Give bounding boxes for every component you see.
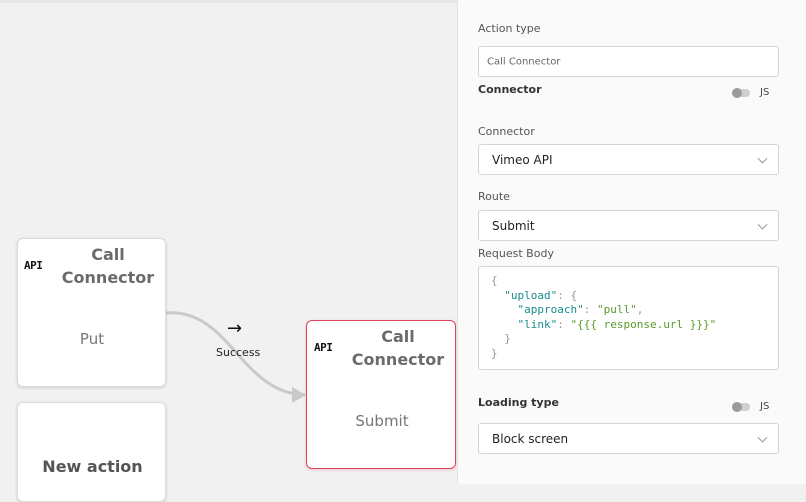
node-subtitle: Submit [355, 412, 409, 430]
edge-label: Success [216, 346, 261, 359]
action-type-label: Action type [478, 22, 541, 35]
edge-arrow-icon: → [227, 318, 243, 339]
loading-type-select[interactable]: Block screen [478, 423, 779, 454]
node-title: Call Connector [61, 245, 155, 287]
code-line: { [491, 274, 498, 287]
node-title: New action [42, 457, 143, 476]
api-icon: API [314, 341, 333, 354]
node-subtitle: Put [79, 330, 105, 348]
request-body-editor[interactable]: { "upload": { "approach": "pull", "link"… [478, 266, 779, 370]
connector-label: Connector [478, 125, 535, 138]
route-label: Route [478, 190, 510, 203]
loading-js-toggle[interactable] [732, 402, 750, 412]
action-type-value: Call Connector [487, 56, 561, 67]
code-line: } [491, 332, 511, 345]
code-line: } [491, 346, 498, 360]
code-line: "link": "{{{ response.url }}}" [517, 317, 717, 331]
connector-js-toggle[interactable] [732, 88, 750, 98]
route-select[interactable]: Submit [478, 210, 779, 241]
connector-value: Vimeo API [492, 152, 553, 167]
api-icon: API [24, 259, 43, 272]
action-type-field: Call Connector [478, 46, 779, 77]
connector-section-label: Connector [478, 83, 542, 96]
action-settings-panel: Action type Call Connector Connector JS … [457, 0, 806, 484]
node-title: Call Connector [351, 327, 445, 369]
loading-type-value: Block screen [492, 431, 569, 446]
node-new-action[interactable]: New action [17, 402, 166, 502]
flow-canvas[interactable]: → Success API Call Connector Put New act… [0, 0, 457, 502]
connector-js-label: JS [760, 87, 770, 98]
node-call-connector-submit[interactable]: API Call Connector Submit [306, 320, 456, 469]
connector-select[interactable]: Vimeo API [478, 144, 779, 175]
chevron-down-icon [757, 432, 768, 443]
loading-js-label: JS [760, 401, 770, 412]
code-line: "upload": { [504, 288, 578, 302]
chevron-down-icon [757, 219, 768, 230]
loading-type-label: Loading type [478, 396, 559, 409]
route-value: Submit [492, 218, 535, 233]
code-line: "approach": "pull", [517, 303, 644, 316]
chevron-down-icon [757, 153, 768, 164]
request-body-label: Request Body [478, 247, 554, 260]
node-call-connector-put[interactable]: API Call Connector Put [17, 238, 166, 387]
